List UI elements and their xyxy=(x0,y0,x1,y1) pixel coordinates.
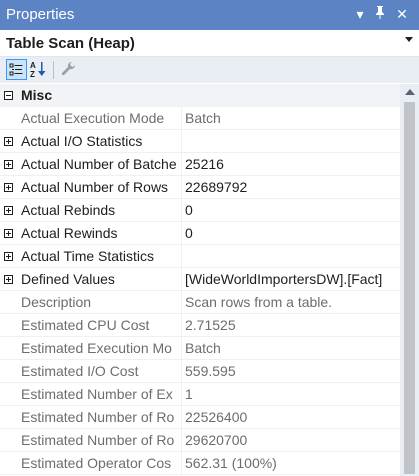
collapse-icon[interactable] xyxy=(4,91,13,100)
column-divider xyxy=(181,406,182,429)
column-divider xyxy=(181,383,182,406)
property-row[interactable]: Actual Time Statistics xyxy=(0,245,400,268)
object-selector[interactable]: Table Scan (Heap) xyxy=(0,30,419,57)
object-selector-value: Table Scan (Heap) xyxy=(6,35,135,52)
column-divider xyxy=(181,314,182,337)
expand-icon[interactable] xyxy=(4,229,13,238)
property-value: 2.71525 xyxy=(185,317,236,333)
window-title: Properties xyxy=(6,6,75,23)
property-name: Actual Execution Mode xyxy=(21,110,165,126)
toolbar-separator xyxy=(53,61,54,79)
property-value: Scan rows from a table. xyxy=(185,294,333,310)
property-name: Actual Rebinds xyxy=(21,202,116,218)
chevron-down-icon[interactable] xyxy=(405,37,413,42)
alphabetical-sort-icon[interactable]: A Z xyxy=(28,59,49,80)
column-divider xyxy=(181,429,182,452)
property-name: Estimated I/O Cost xyxy=(21,363,139,379)
svg-text:A: A xyxy=(30,61,36,70)
property-value: 1 xyxy=(185,386,193,402)
expand-icon[interactable] xyxy=(4,183,13,192)
wrench-icon[interactable] xyxy=(58,59,79,80)
property-name: Estimated Operator Cos xyxy=(21,455,172,471)
pin-icon[interactable] xyxy=(372,5,388,23)
property-row[interactable]: Estimated Number of Ro 22526400 xyxy=(0,406,400,429)
property-row[interactable]: Estimated Operator Cos 562.31 (100%) xyxy=(0,452,400,475)
property-name: Actual Rewinds xyxy=(21,225,118,241)
scrollbar-thumb[interactable] xyxy=(404,102,415,474)
property-name: Estimated Number of Ex xyxy=(21,386,173,402)
property-name: Estimated CPU Cost xyxy=(21,317,150,333)
scroll-up-icon[interactable] xyxy=(405,89,415,95)
expand-icon[interactable] xyxy=(4,137,13,146)
column-divider xyxy=(181,153,182,176)
close-icon[interactable]: ✕ xyxy=(394,5,410,23)
column-divider xyxy=(181,107,182,130)
property-name: Estimated Number of Ro xyxy=(21,432,175,448)
column-divider xyxy=(181,245,182,268)
property-grid: Misc Actual Execution Mode Batch Actual … xyxy=(0,84,419,476)
property-value: Batch xyxy=(185,110,221,126)
property-row[interactable]: Actual Rebinds 0 xyxy=(0,199,400,222)
property-row[interactable]: Description Scan rows from a table. xyxy=(0,291,400,314)
property-value: 29620700 xyxy=(185,432,248,448)
property-name: Description xyxy=(21,294,92,310)
properties-toolbar: A Z xyxy=(0,57,419,83)
property-value: 559.595 xyxy=(185,363,236,379)
column-divider xyxy=(181,268,182,291)
property-name: Estimated Execution Mo xyxy=(21,340,172,356)
property-row[interactable]: Actual I/O Statistics xyxy=(0,130,400,153)
window-dropdown-icon[interactable]: ▾ xyxy=(352,5,368,23)
property-name: Actual Time Statistics xyxy=(21,248,155,264)
property-value xyxy=(185,133,397,150)
properties-title-bar: Properties ▾ ✕ xyxy=(0,0,419,30)
property-row[interactable]: Estimated Number of Ro 29620700 xyxy=(0,429,400,452)
category-row-misc[interactable]: Misc xyxy=(0,84,400,107)
property-value: 22689792 xyxy=(185,179,248,195)
property-name: Defined Values xyxy=(21,271,115,287)
expand-icon[interactable] xyxy=(4,252,13,261)
property-value: 22526400 xyxy=(185,409,248,425)
property-name: Actual Number of Rows xyxy=(21,179,169,195)
property-row[interactable]: Actual Rewinds 0 xyxy=(0,222,400,245)
property-row[interactable]: Defined Values [WideWorldImportersDW].[F… xyxy=(0,268,400,291)
column-divider xyxy=(181,360,182,383)
expand-icon[interactable] xyxy=(4,206,13,215)
column-divider xyxy=(181,222,182,245)
vertical-scrollbar[interactable] xyxy=(400,84,419,476)
property-value: 25216 xyxy=(185,156,224,172)
column-divider xyxy=(181,176,182,199)
property-value: 562.31 (100%) xyxy=(185,455,277,471)
column-divider xyxy=(181,452,182,475)
column-divider xyxy=(181,291,182,314)
property-value xyxy=(185,248,397,265)
property-row[interactable]: Actual Execution Mode Batch xyxy=(0,107,400,130)
column-divider xyxy=(181,130,182,153)
property-row[interactable]: Actual Number of Batche 25216 xyxy=(0,153,400,176)
property-value: Batch xyxy=(185,340,221,356)
property-name: Actual Number of Batche xyxy=(21,156,177,172)
column-divider xyxy=(181,199,182,222)
property-row[interactable]: Estimated I/O Cost 559.595 xyxy=(0,360,400,383)
categorized-icon[interactable] xyxy=(6,59,27,80)
property-row[interactable]: Actual Number of Rows 22689792 xyxy=(0,176,400,199)
property-name: Estimated Number of Ro xyxy=(21,409,175,425)
property-value: 0 xyxy=(185,225,193,241)
svg-text:Z: Z xyxy=(30,70,35,79)
property-value: [WideWorldImportersDW].[Fact] xyxy=(185,271,383,287)
property-value: 0 xyxy=(185,202,193,218)
property-row[interactable]: Estimated Number of Ex 1 xyxy=(0,383,400,406)
expand-icon[interactable] xyxy=(4,275,13,284)
property-row[interactable]: Estimated CPU Cost 2.71525 xyxy=(0,314,400,337)
category-label: Misc xyxy=(21,87,53,103)
expand-icon[interactable] xyxy=(4,160,13,169)
property-name: Actual I/O Statistics xyxy=(21,133,143,149)
property-row[interactable]: Estimated Execution Mo Batch xyxy=(0,337,400,360)
column-divider xyxy=(181,337,182,360)
